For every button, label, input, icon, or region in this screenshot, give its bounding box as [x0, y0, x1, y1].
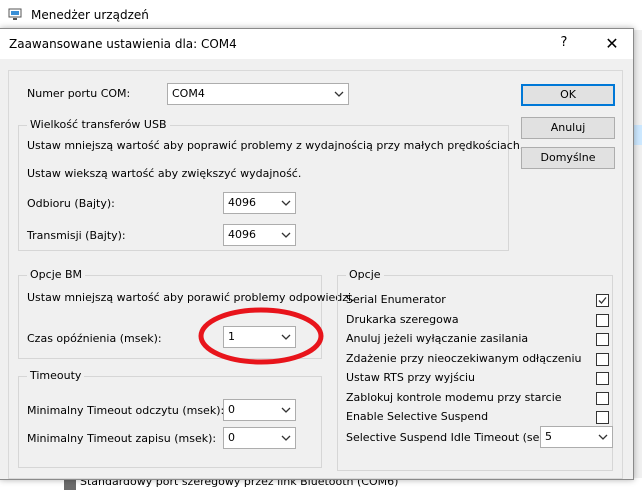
dialog-title: Zaawansowane ustawienia dla: COM4: [9, 37, 237, 51]
option-checkbox[interactable]: [596, 411, 609, 424]
usb-hint-large: Ustaw wiekszą wartość aby zwiększyć wyda…: [27, 167, 302, 180]
option-label: Serial Enumerator: [346, 293, 446, 306]
tx-size-select[interactable]: 4096: [223, 224, 296, 246]
close-button[interactable]: ✕: [600, 33, 624, 55]
advanced-settings-dialog: Zaawansowane ustawienia dla: COM4 ? ✕ Nu…: [0, 28, 634, 480]
usb-transfer-group: Wielkość transferów USB Ustaw mniejszą w…: [18, 118, 523, 251]
com-port-select[interactable]: COM4: [167, 83, 349, 105]
settings-panel: Numer portu COM: COM4 Wielkość transferó…: [8, 70, 623, 479]
chevron-down-icon: [598, 434, 608, 440]
chevron-down-icon: [281, 407, 291, 413]
bm-options-title: Opcje BM: [27, 268, 86, 281]
ok-button[interactable]: OK: [521, 84, 615, 106]
idle-timeout-select[interactable]: 5: [540, 426, 613, 448]
write-timeout-label: Minimalny Timeout zapisu (msek):: [27, 432, 217, 445]
usb-transfer-title: Wielkość transferów USB: [27, 118, 170, 131]
bm-hint: Ustaw mniejszą wartość aby porawić probl…: [27, 291, 355, 304]
help-button[interactable]: ?: [554, 35, 574, 53]
tx-size-label: Transmisji (Bajty):: [27, 229, 126, 242]
defaults-button[interactable]: Domyślne: [521, 147, 615, 169]
device-manager-icon: [8, 7, 22, 21]
options-title: Opcje: [346, 268, 384, 281]
options-group: Opcje Serial Enumerator Drukarka szeregow…: [337, 268, 613, 471]
cancel-button[interactable]: Anuluj: [521, 117, 615, 139]
chevron-down-icon: [281, 232, 291, 238]
option-label: Enable Selective Suspend: [346, 410, 489, 423]
idle-timeout-label: Selective Suspend Idle Timeout (secs):: [346, 431, 560, 444]
option-label: Ustaw RTS przy wyjściu: [346, 371, 476, 384]
timeouts-group: Timeouty Minimalny Timeout odczytu (msek…: [18, 369, 322, 468]
option-checkbox[interactable]: [596, 313, 609, 327]
annotation-ellipse: [198, 307, 324, 365]
option-label: Anuluj jeżeli wyłączanie zasilania: [346, 332, 529, 345]
check-icon: [598, 297, 607, 304]
timeouts-title: Timeouty: [27, 369, 85, 382]
rx-size-label: Odbioru (Bajty):: [27, 197, 115, 210]
device-list-edge: [634, 30, 642, 478]
usb-hint-small: Ustaw mniejszą wartość aby poprawić prob…: [27, 139, 524, 152]
com-port-label: Numer portu COM:: [27, 87, 131, 100]
write-timeout-select[interactable]: 0: [223, 427, 296, 449]
read-timeout-label: Minimalny Timeout odczytu (msek):: [27, 404, 225, 417]
chevron-down-icon: [281, 435, 291, 441]
dialog-titlebar: Zaawansowane ustawienia dla: COM4 ? ✕: [0, 29, 633, 59]
option-label: Zdażenie przy nieoczekiwanym odłączeniu: [346, 351, 582, 365]
device-manager-title: Menedżer urządzeń: [31, 8, 149, 22]
option-checkbox[interactable]: [596, 294, 609, 307]
option-checkbox[interactable]: [596, 333, 609, 346]
chevron-down-icon: [281, 200, 291, 206]
option-checkbox[interactable]: [596, 372, 609, 385]
device-manager-titlebar: Menedżer urządzeń: [0, 0, 642, 30]
rx-size-select[interactable]: 4096: [223, 192, 296, 214]
read-timeout-select[interactable]: 0: [223, 399, 296, 421]
option-checkbox[interactable]: [596, 391, 609, 405]
option-checkbox[interactable]: [596, 352, 609, 366]
option-label: Drukarka szeregowa: [346, 312, 459, 326]
option-label: Zablokuj kontrole modemu przy starcie: [346, 390, 562, 404]
chevron-down-icon: [334, 91, 344, 97]
latency-label: Czas opóźnienia (msek):: [27, 332, 162, 345]
